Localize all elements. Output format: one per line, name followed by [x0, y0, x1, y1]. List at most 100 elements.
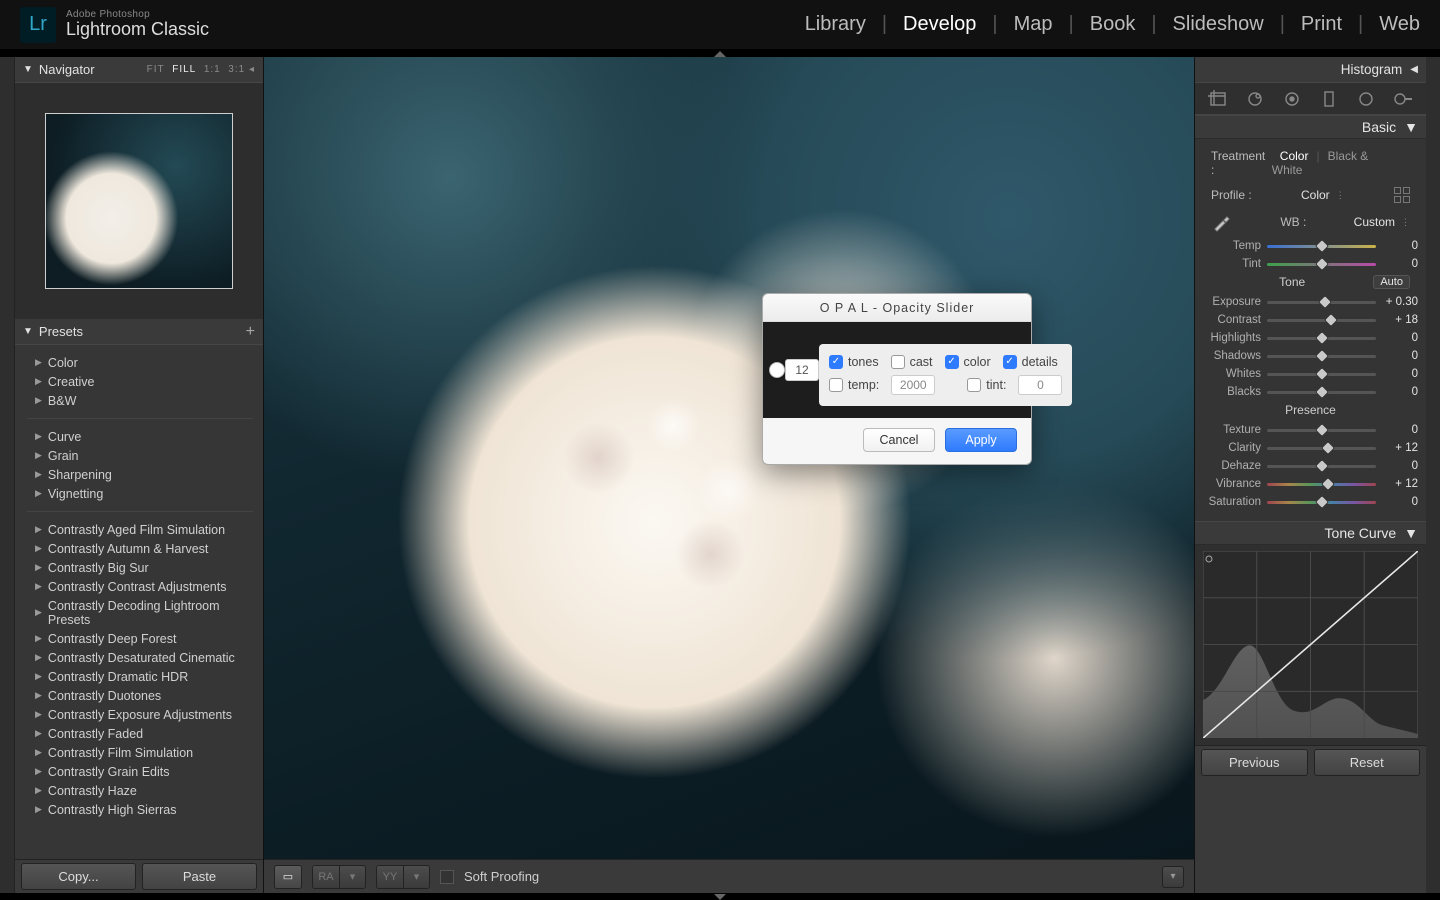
- left-expand-rail[interactable]: [0, 57, 14, 893]
- opacity-value-input[interactable]: [785, 359, 819, 381]
- profile-browser-icon[interactable]: [1394, 187, 1410, 203]
- graduated-filter-tool-icon[interactable]: [1315, 88, 1343, 110]
- preset-folder[interactable]: ▶Contrastly Big Sur: [21, 558, 263, 577]
- loupe-view-icon[interactable]: ▭: [275, 866, 301, 888]
- shadows-row: Shadows0: [1203, 347, 1418, 365]
- zoom-fill[interactable]: FILL: [172, 64, 196, 75]
- zoom-3-1[interactable]: 3:1: [228, 64, 245, 75]
- before-after-lr-toggle[interactable]: RA ▾: [312, 865, 366, 889]
- preset-folder[interactable]: ▶Contrastly High Sierras: [21, 800, 263, 819]
- tint-slider[interactable]: [1267, 257, 1376, 271]
- preset-folder[interactable]: ▶Contrastly Exposure Adjustments: [21, 705, 263, 724]
- paste-settings-button[interactable]: Paste: [142, 863, 257, 890]
- wb-dropdown[interactable]: Custom⋮: [1354, 215, 1410, 229]
- blacks-slider[interactable]: [1267, 385, 1376, 399]
- module-print[interactable]: Print: [1301, 13, 1342, 36]
- preset-folder[interactable]: ▶Color: [21, 353, 263, 372]
- preset-folder[interactable]: ▶Contrastly Contrast Adjustments: [21, 577, 263, 596]
- add-preset-icon[interactable]: +: [246, 323, 255, 341]
- wb-eyedropper-icon[interactable]: [1211, 211, 1233, 233]
- preset-folder[interactable]: ▶B&W: [21, 391, 263, 410]
- spot-removal-tool-icon[interactable]: [1241, 88, 1269, 110]
- basic-header[interactable]: Basic▼: [1195, 115, 1426, 139]
- radial-filter-tool-icon[interactable]: [1352, 88, 1380, 110]
- preset-folder[interactable]: ▶Contrastly Dramatic HDR: [21, 667, 263, 686]
- preset-folder[interactable]: ▶Contrastly Aged Film Simulation: [21, 520, 263, 539]
- preset-folder[interactable]: ▶Curve: [21, 427, 263, 446]
- tones-checkbox[interactable]: tones: [829, 355, 879, 369]
- temp-checkbox[interactable]: temp:: [829, 378, 879, 392]
- loupe-view-toggle[interactable]: ▭: [274, 865, 302, 889]
- profile-label: Profile :: [1211, 188, 1252, 202]
- clarity-slider[interactable]: [1267, 441, 1376, 455]
- preset-folder[interactable]: ▶Contrastly Deep Forest: [21, 629, 263, 648]
- zoom-1-1[interactable]: 1:1: [204, 64, 221, 75]
- tint-value-input[interactable]: [1018, 375, 1062, 395]
- module-library[interactable]: Library: [805, 13, 866, 36]
- whites-slider[interactable]: [1267, 367, 1376, 381]
- module-map[interactable]: Map: [1014, 13, 1053, 36]
- texture-slider[interactable]: [1267, 423, 1376, 437]
- apply-button[interactable]: Apply: [945, 428, 1017, 452]
- preset-folder[interactable]: ▶Vignetting: [21, 484, 263, 503]
- cast-checkbox[interactable]: cast: [891, 355, 933, 369]
- preset-folder[interactable]: ▶Sharpening: [21, 465, 263, 484]
- collapse-top-notch[interactable]: [0, 50, 1440, 57]
- temp-value-input[interactable]: [891, 375, 935, 395]
- zoom-more-icon[interactable]: ◂: [249, 64, 255, 75]
- saturation-slider[interactable]: [1267, 495, 1376, 509]
- vibrance-slider[interactable]: [1267, 477, 1376, 491]
- presets-header[interactable]: ▼ Presets +: [15, 319, 263, 345]
- collapse-bottom-notch[interactable]: [0, 893, 1440, 900]
- before-after-menu-icon[interactable]: ▾: [339, 866, 365, 888]
- adjustment-brush-tool-icon[interactable]: [1389, 88, 1417, 110]
- highlights-slider[interactable]: [1267, 331, 1376, 345]
- preset-folder[interactable]: ▶Contrastly Grain Edits: [21, 762, 263, 781]
- module-web[interactable]: Web: [1379, 13, 1420, 36]
- module-develop[interactable]: Develop: [903, 13, 976, 36]
- reset-button[interactable]: Reset: [1314, 749, 1421, 776]
- preset-folder[interactable]: ▶Contrastly Faded: [21, 724, 263, 743]
- color-checkbox[interactable]: color: [945, 355, 991, 369]
- copy-settings-button[interactable]: Copy...: [21, 863, 136, 890]
- temp-slider[interactable]: [1267, 239, 1376, 253]
- cancel-button[interactable]: Cancel: [863, 428, 935, 452]
- details-checkbox[interactable]: details: [1003, 355, 1058, 369]
- auto-tone-button[interactable]: Auto: [1373, 275, 1410, 289]
- histogram-header[interactable]: Histogram ◀: [1195, 57, 1426, 83]
- preset-folder[interactable]: ▶Contrastly Autumn & Harvest: [21, 539, 263, 558]
- right-expand-rail[interactable]: [1426, 57, 1440, 893]
- preset-folder[interactable]: ▶Creative: [21, 372, 263, 391]
- before-after-split-icon[interactable]: RA: [313, 866, 339, 888]
- before-after-yy-icon[interactable]: YY: [377, 866, 403, 888]
- module-book[interactable]: Book: [1090, 13, 1136, 36]
- crop-tool-icon[interactable]: [1204, 88, 1232, 110]
- tint-checkbox[interactable]: tint:: [967, 378, 1006, 392]
- preset-folder[interactable]: ▶Contrastly Duotones: [21, 686, 263, 705]
- shadows-slider[interactable]: [1267, 349, 1376, 363]
- preset-folder[interactable]: ▶Contrastly Haze: [21, 781, 263, 800]
- before-after-ud-toggle[interactable]: YY ▾: [376, 865, 430, 889]
- treatment-color[interactable]: Color: [1272, 149, 1317, 163]
- redeye-tool-icon[interactable]: [1278, 88, 1306, 110]
- before-after-yy-menu-icon[interactable]: ▾: [403, 866, 429, 888]
- previous-button[interactable]: Previous: [1201, 749, 1308, 776]
- tone-curve-header[interactable]: Tone Curve▼: [1195, 521, 1426, 545]
- image-canvas[interactable]: O P A L - Opacity Slider: [264, 57, 1194, 859]
- profile-dropdown[interactable]: Color⋮: [1301, 188, 1345, 202]
- toolbar-options-menu[interactable]: ▾: [1162, 866, 1184, 888]
- texture-label: Texture: [1203, 424, 1261, 436]
- preset-folder[interactable]: ▶Contrastly Decoding Lightroom Presets: [21, 596, 263, 629]
- dehaze-slider[interactable]: [1267, 459, 1376, 473]
- zoom-fit[interactable]: FIT: [147, 64, 165, 75]
- preset-folder[interactable]: ▶Contrastly Film Simulation: [21, 743, 263, 762]
- preset-folder[interactable]: ▶Grain: [21, 446, 263, 465]
- exposure-slider[interactable]: [1267, 295, 1376, 309]
- module-slideshow[interactable]: Slideshow: [1173, 13, 1264, 36]
- soft-proofing-checkbox[interactable]: [440, 870, 454, 884]
- preset-folder[interactable]: ▶Contrastly Desaturated Cinematic: [21, 648, 263, 667]
- contrast-slider[interactable]: [1267, 313, 1376, 327]
- tone-curve-panel[interactable]: [1195, 545, 1426, 745]
- navigator-thumbnail[interactable]: [45, 113, 233, 289]
- navigator-header[interactable]: ▼ Navigator FIT FILL 1:1 3:1 ◂: [15, 57, 263, 83]
